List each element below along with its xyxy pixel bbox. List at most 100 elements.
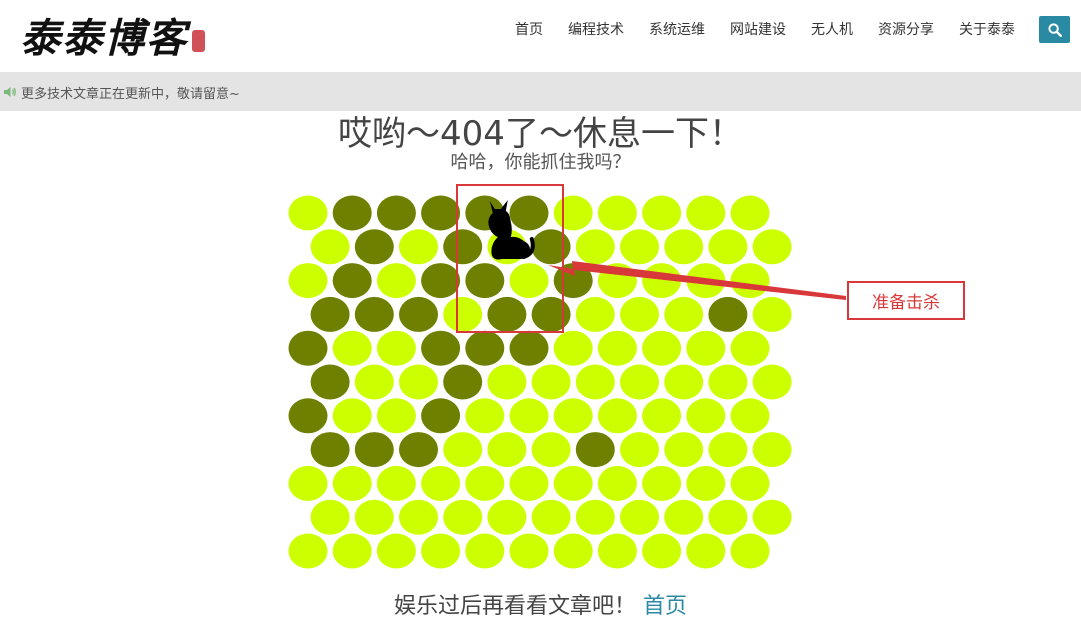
- empty-cell[interactable]: [553, 398, 593, 434]
- empty-cell[interactable]: [553, 330, 593, 366]
- empty-cell[interactable]: [730, 398, 770, 434]
- empty-cell[interactable]: [620, 229, 659, 265]
- empty-cell[interactable]: [421, 465, 461, 501]
- empty-cell[interactable]: [686, 195, 726, 231]
- empty-cell[interactable]: [354, 499, 394, 535]
- empty-cell[interactable]: [531, 499, 571, 535]
- blocked-cell: [354, 432, 394, 468]
- empty-cell[interactable]: [730, 465, 770, 501]
- blocked-cell: [487, 296, 527, 332]
- empty-cell[interactable]: [487, 432, 527, 468]
- empty-cell[interactable]: [465, 398, 505, 434]
- empty-cell[interactable]: [642, 465, 682, 501]
- empty-cell[interactable]: [752, 229, 792, 265]
- empty-cell[interactable]: [620, 499, 659, 535]
- empty-cell[interactable]: [597, 533, 637, 569]
- empty-cell[interactable]: [553, 533, 593, 569]
- empty-cell[interactable]: [509, 465, 549, 501]
- empty-cell[interactable]: [332, 465, 372, 501]
- empty-cell[interactable]: [399, 364, 438, 400]
- empty-cell[interactable]: [730, 330, 770, 366]
- empty-cell[interactable]: [642, 533, 682, 569]
- blocked-cell: [288, 398, 328, 434]
- blocked-cell: [310, 432, 350, 468]
- empty-cell[interactable]: [376, 263, 416, 299]
- empty-cell[interactable]: [664, 432, 704, 468]
- blocked-cell: [421, 195, 461, 231]
- empty-cell[interactable]: [664, 364, 704, 400]
- empty-cell[interactable]: [708, 229, 748, 265]
- empty-cell[interactable]: [288, 465, 328, 501]
- empty-cell[interactable]: [332, 533, 372, 569]
- empty-cell[interactable]: [686, 330, 726, 366]
- empty-cell[interactable]: [575, 499, 615, 535]
- empty-cell[interactable]: [399, 229, 438, 265]
- empty-cell[interactable]: [575, 229, 615, 265]
- empty-cell[interactable]: [332, 330, 372, 366]
- empty-cell[interactable]: [553, 465, 593, 501]
- empty-cell[interactable]: [376, 398, 416, 434]
- empty-cell[interactable]: [487, 364, 527, 400]
- blocked-cell: [421, 398, 461, 434]
- empty-cell[interactable]: [310, 229, 350, 265]
- empty-cell[interactable]: [620, 364, 659, 400]
- blocked-cell: [288, 330, 328, 366]
- empty-cell[interactable]: [443, 432, 483, 468]
- empty-cell[interactable]: [752, 364, 792, 400]
- empty-cell[interactable]: [730, 263, 770, 299]
- empty-cell[interactable]: [597, 398, 637, 434]
- blocked-cell: [399, 432, 438, 468]
- empty-cell[interactable]: [465, 465, 505, 501]
- footer-text: 娱乐过后再看看文章吧！: [393, 594, 636, 619]
- empty-cell[interactable]: [288, 263, 328, 299]
- empty-cell[interactable]: [708, 432, 748, 468]
- empty-cell[interactable]: [620, 296, 659, 332]
- footer-home-link[interactable]: 首页: [643, 594, 687, 619]
- empty-cell[interactable]: [730, 533, 770, 569]
- empty-cell[interactable]: [288, 195, 328, 231]
- empty-cell[interactable]: [597, 195, 637, 231]
- empty-cell[interactable]: [730, 195, 770, 231]
- empty-cell[interactable]: [465, 533, 505, 569]
- empty-cell[interactable]: [752, 432, 792, 468]
- empty-cell[interactable]: [354, 364, 394, 400]
- empty-cell[interactable]: [376, 533, 416, 569]
- empty-cell[interactable]: [752, 499, 792, 535]
- empty-cell[interactable]: [443, 296, 483, 332]
- blocked-cell: [376, 195, 416, 231]
- empty-cell[interactable]: [332, 398, 372, 434]
- blocked-cell: [443, 364, 483, 400]
- empty-cell[interactable]: [642, 398, 682, 434]
- empty-cell[interactable]: [642, 330, 682, 366]
- empty-cell[interactable]: [288, 533, 328, 569]
- empty-cell[interactable]: [664, 296, 704, 332]
- empty-cell[interactable]: [664, 499, 704, 535]
- empty-cell[interactable]: [686, 533, 726, 569]
- empty-cell[interactable]: [487, 499, 527, 535]
- empty-cell[interactable]: [686, 398, 726, 434]
- empty-cell[interactable]: [575, 364, 615, 400]
- empty-cell[interactable]: [509, 533, 549, 569]
- empty-cell[interactable]: [509, 398, 549, 434]
- empty-cell[interactable]: [376, 330, 416, 366]
- empty-cell[interactable]: [399, 499, 438, 535]
- empty-cell[interactable]: [752, 296, 792, 332]
- empty-cell[interactable]: [597, 330, 637, 366]
- empty-cell[interactable]: [664, 229, 704, 265]
- empty-cell[interactable]: [686, 465, 726, 501]
- empty-cell[interactable]: [597, 465, 637, 501]
- blocked-cell: [465, 263, 505, 299]
- empty-cell[interactable]: [553, 195, 593, 231]
- empty-cell[interactable]: [642, 195, 682, 231]
- empty-cell[interactable]: [531, 364, 571, 400]
- empty-cell[interactable]: [376, 465, 416, 501]
- empty-cell[interactable]: [575, 296, 615, 332]
- empty-cell[interactable]: [443, 499, 483, 535]
- empty-cell[interactable]: [509, 263, 549, 299]
- empty-cell[interactable]: [310, 499, 350, 535]
- empty-cell[interactable]: [620, 432, 659, 468]
- empty-cell[interactable]: [708, 364, 748, 400]
- empty-cell[interactable]: [531, 432, 571, 468]
- empty-cell[interactable]: [421, 533, 461, 569]
- empty-cell[interactable]: [708, 499, 748, 535]
